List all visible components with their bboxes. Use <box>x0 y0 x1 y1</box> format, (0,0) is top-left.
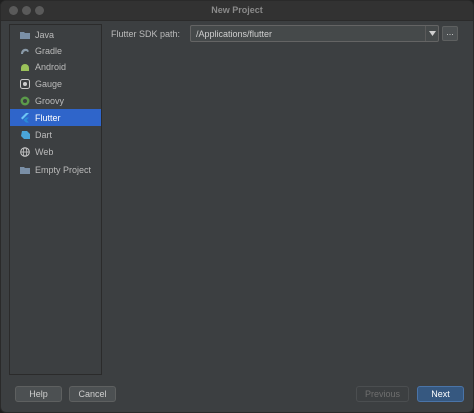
sidebar-item-empty-project[interactable]: Empty Project <box>10 161 101 178</box>
title-bar: New Project <box>1 1 473 21</box>
sidebar-item-flutter[interactable]: Flutter <box>10 109 101 126</box>
sidebar-item-label: Groovy <box>35 95 65 106</box>
folder-icon <box>20 165 30 175</box>
browse-sdk-button[interactable]: ... <box>442 26 458 41</box>
gauge-icon <box>20 78 30 89</box>
previous-button[interactable]: Previous <box>356 386 409 402</box>
sidebar-item-groovy[interactable]: Groovy <box>10 92 101 109</box>
gradle-icon <box>20 46 30 56</box>
next-button[interactable]: Next <box>417 386 464 402</box>
flutter-sdk-path-combobox[interactable]: /Applications/flutter <box>190 25 439 42</box>
sidebar-item-label: Flutter <box>35 112 61 123</box>
sidebar-item-label: Java <box>35 29 55 40</box>
dart-icon <box>20 130 30 140</box>
sidebar-item-gauge[interactable]: Gauge <box>10 75 101 92</box>
globe-icon <box>20 146 30 157</box>
project-type-list: Java Gradle Android Gauge Groovy Flutter… <box>9 24 102 375</box>
android-icon <box>20 62 30 72</box>
groovy-icon <box>20 96 30 106</box>
sidebar-item-gradle[interactable]: Gradle <box>10 42 101 59</box>
sidebar-item-label: Android <box>35 61 67 72</box>
sidebar-item-dart[interactable]: Dart <box>10 126 101 143</box>
sidebar-item-label: Empty Project <box>35 164 92 175</box>
sidebar-item-label: Web <box>35 146 54 157</box>
sidebar-item-web[interactable]: Web <box>10 143 101 160</box>
new-project-dialog: New Project Java Gradle Android Gauge Gr… <box>0 0 474 413</box>
sidebar-item-label: Gauge <box>35 78 63 89</box>
sidebar-item-label: Dart <box>35 129 53 140</box>
cancel-button[interactable]: Cancel <box>69 386 116 402</box>
sidebar-item-android[interactable]: Android <box>10 58 101 75</box>
folder-icon <box>20 30 30 40</box>
help-button[interactable]: Help <box>15 386 62 402</box>
sidebar-item-label: Gradle <box>35 45 63 56</box>
flutter-icon <box>20 112 30 123</box>
sidebar-item-java[interactable]: Java <box>10 26 101 43</box>
window-title: New Project <box>211 5 263 15</box>
flutter-sdk-path-label: Flutter SDK path: <box>111 29 181 39</box>
chevron-down-icon[interactable] <box>425 26 438 41</box>
flutter-sdk-path-value[interactable]: /Applications/flutter <box>196 29 272 39</box>
